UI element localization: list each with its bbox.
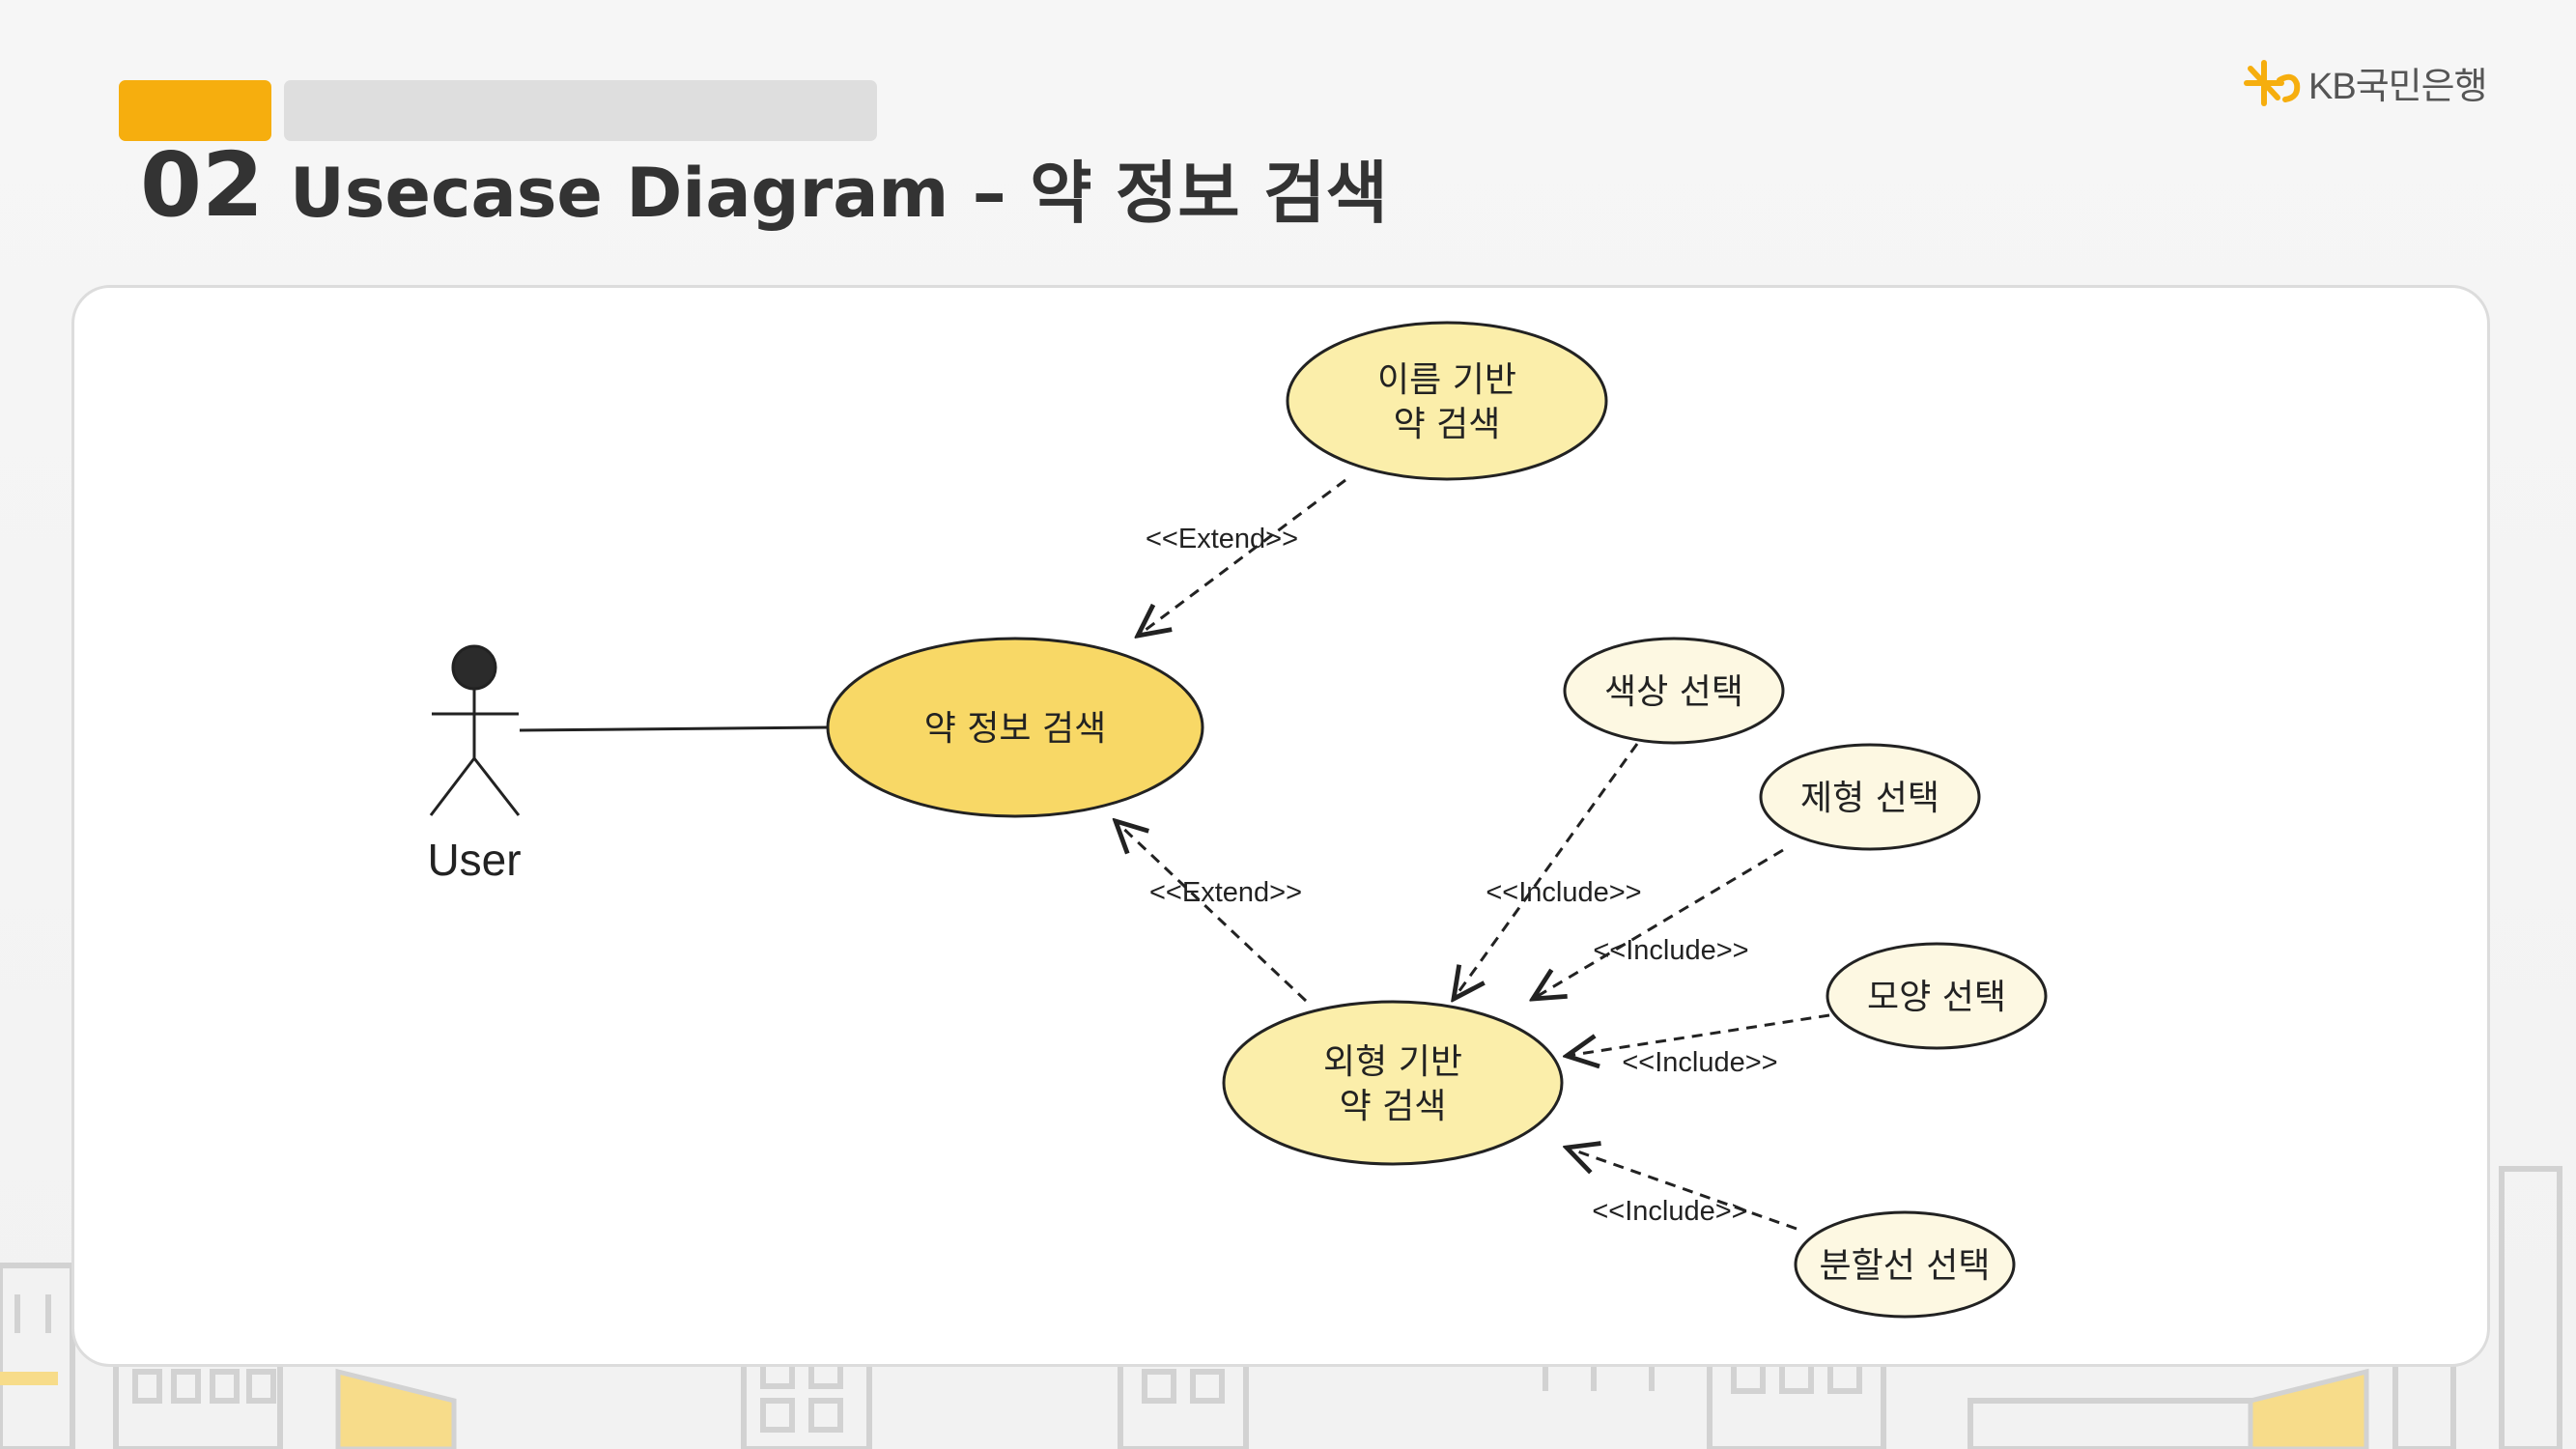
actor-label: User <box>427 835 521 885</box>
include-line-form <box>1533 848 1784 999</box>
usecase-name-search-line1: 이름 기반 <box>1377 360 1516 400</box>
usecase-shape-search-line2: 약 검색 <box>1340 1087 1447 1126</box>
include-label-shape: <<Include>> <box>1622 1047 1777 1078</box>
usecase-divider-label: 분할선 선택 <box>1819 1246 1990 1286</box>
usecase-diagram: User <<Extend>> <<Extend>> <<Include>> <… <box>427 321 2048 1319</box>
include-label-divider: <<Include>> <box>1592 1196 1747 1227</box>
actor-user <box>429 644 521 816</box>
usecase-name-search-line2: 약 검색 <box>1394 405 1501 444</box>
usecase-form-label: 제형 선택 <box>1800 779 1939 818</box>
extend-label-bottom: <<Extend>> <box>1149 877 1302 908</box>
usecase-name-search <box>1286 321 1608 481</box>
usecase-shape-label: 모양 선택 <box>1867 978 2006 1017</box>
usecase-shape-search-line1: 외형 기반 <box>1323 1042 1462 1082</box>
include-label-form: <<Include>> <box>1593 935 1748 966</box>
include-label-color: <<Include>> <box>1486 877 1641 908</box>
extend-label-top: <<Extend>> <box>1146 524 1298 554</box>
extend-line-name-search <box>1138 478 1346 636</box>
association-line <box>519 725 829 732</box>
usecase-color-label: 색상 선택 <box>1604 672 1743 712</box>
usecase-main-label: 약 정보 검색 <box>924 709 1107 749</box>
usecase-shape-search <box>1222 1000 1564 1166</box>
extend-line-shape-search <box>1116 821 1308 1003</box>
